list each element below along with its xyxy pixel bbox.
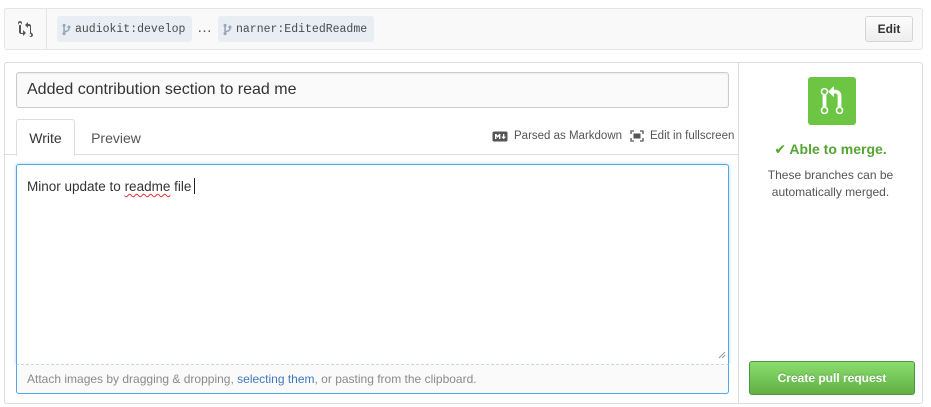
pull-request-form: Added contribution section to read me Wr… bbox=[4, 62, 923, 404]
body-misspelled-word: readme bbox=[124, 179, 171, 194]
resize-handle-icon[interactable] bbox=[718, 347, 726, 362]
pr-body-textarea[interactable]: Minor update to readme file bbox=[16, 164, 729, 364]
fullscreen-link[interactable]: Edit in fullscreen bbox=[630, 130, 734, 142]
pr-title-input[interactable]: Added contribution section to read me bbox=[16, 72, 729, 108]
base-branch-selector[interactable]: audiokit:develop bbox=[57, 16, 193, 42]
compare-bar: audiokit:develop … narner:EditedReadme E… bbox=[4, 8, 923, 50]
attach-files-bar[interactable]: Attach images by dragging & dropping, se… bbox=[16, 364, 729, 394]
git-branch-icon bbox=[223, 23, 232, 36]
attach-text-after: , or pasting from the clipboard. bbox=[314, 372, 477, 386]
head-branch-selector[interactable]: narner:EditedReadme bbox=[218, 16, 375, 42]
merge-description: These branches can be automatically merg… bbox=[767, 168, 894, 199]
merge-status-label: ✔ Able to merge. bbox=[774, 141, 887, 157]
editor-tabs: Write Preview Parsed as Markdown Edit in… bbox=[5, 119, 738, 156]
attach-text-before: Attach images by dragging & dropping, bbox=[27, 372, 234, 386]
edit-button[interactable]: Edit bbox=[865, 16, 913, 42]
form-editor: Added contribution section to read me Wr… bbox=[5, 63, 739, 403]
fullscreen-icon bbox=[630, 130, 644, 142]
git-compare-icon[interactable] bbox=[5, 9, 47, 49]
head-branch-label: narner:EditedReadme bbox=[236, 22, 368, 36]
body-text-suffix: file bbox=[170, 179, 192, 194]
markdown-label: Parsed as Markdown bbox=[514, 130, 623, 142]
fullscreen-label: Edit in fullscreen bbox=[650, 130, 735, 142]
base-branch-label: audiokit:develop bbox=[75, 22, 186, 36]
tab-write[interactable]: Write bbox=[16, 119, 75, 156]
create-pull-request-button[interactable]: Create pull request bbox=[749, 361, 915, 395]
body-text: Minor update to bbox=[27, 179, 125, 194]
markdown-icon bbox=[492, 131, 508, 142]
tab-preview[interactable]: Preview bbox=[83, 119, 149, 156]
git-pull-request-icon bbox=[808, 77, 856, 125]
merge-status-panel: ✔ Able to merge. These branches can be a… bbox=[739, 63, 922, 403]
select-files-link[interactable]: selecting them bbox=[237, 372, 314, 386]
text-caret bbox=[194, 178, 196, 194]
markdown-help-link[interactable]: Parsed as Markdown bbox=[492, 130, 622, 142]
branch-separator: … bbox=[197, 19, 213, 36]
git-branch-icon bbox=[62, 23, 71, 36]
